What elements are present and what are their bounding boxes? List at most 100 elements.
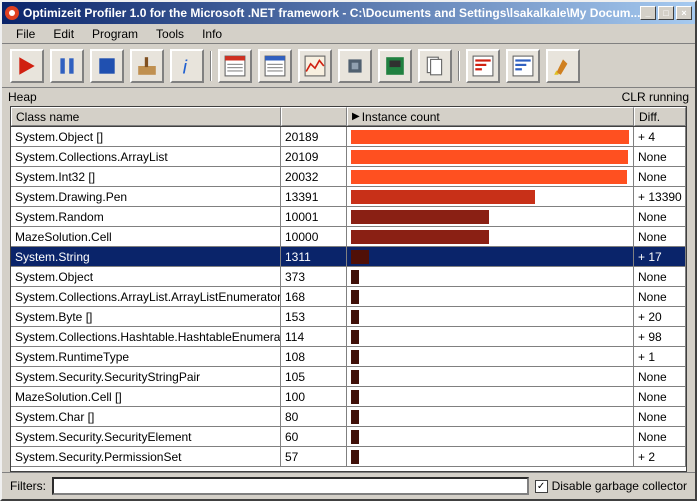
highlight-button[interactable] [546,49,580,83]
table-row[interactable]: System.Object373 None [11,267,686,287]
bars1-button[interactable] [466,49,500,83]
toolbar-separator [458,51,460,81]
view1-button[interactable] [218,49,252,83]
bar-fill [351,250,369,264]
bar-fill [351,270,359,284]
cell-class: MazeSolution.Cell [11,227,281,246]
bar-fill [351,170,627,184]
pause-button[interactable] [50,49,84,83]
cell-count: 20189 [281,127,347,146]
cell-class: System.Random [11,207,281,226]
cell-bar [347,387,634,406]
bar-fill [351,290,359,304]
gc-label: Disable garbage collector [552,479,687,493]
maximize-button[interactable]: □ [658,6,674,20]
cell-class: System.Byte [] [11,307,281,326]
table-row[interactable]: System.Int32 []20032None [11,167,686,187]
cell-bar [347,347,634,366]
cell-count: 105 [281,367,347,386]
play-button[interactable] [10,49,44,83]
footer: Filters: ✓ Disable garbage collector [2,472,695,499]
cell-bar [347,407,634,426]
table-row[interactable]: System.Collections.ArrayList20109None [11,147,686,167]
cell-diff: None [634,267,686,286]
filters-label: Filters: [10,479,46,493]
checkbox-icon: ✓ [535,480,548,493]
info-button[interactable]: i [170,49,204,83]
table-row[interactable]: MazeSolution.Cell10000None [11,227,686,247]
table-row[interactable]: System.Byte []153 + 20 [11,307,686,327]
cell-diff: None [634,147,686,166]
table-row[interactable]: MazeSolution.Cell []100None [11,387,686,407]
col-diff[interactable]: Diff. [634,107,686,126]
menu-edit[interactable]: Edit [45,25,82,43]
cell-class: System.Object [] [11,127,281,146]
bar-fill [351,310,359,324]
menu-file[interactable]: File [8,25,43,43]
menu-info[interactable]: Info [194,25,230,43]
gc-checkbox[interactable]: ✓ Disable garbage collector [535,479,687,493]
table-body: System.Object []20189+ 4 System.Collectio… [11,127,686,471]
bars2-button[interactable] [506,49,540,83]
cell-class: System.Drawing.Pen [11,187,281,206]
window-title: Optimizeit Profiler 1.0 for the Microsof… [23,6,640,20]
status-label: CLR running [622,90,689,104]
minimize-button[interactable]: _ [640,6,656,20]
bar-fill [351,210,489,224]
cell-bar [347,147,634,166]
cell-bar [347,287,634,306]
cell-count: 20109 [281,147,347,166]
table-row[interactable]: System.Object []20189+ 4 [11,127,686,147]
cell-class: System.Object [11,267,281,286]
table-row[interactable]: System.Char []80None [11,407,686,427]
cell-count: 153 [281,307,347,326]
cell-class: MazeSolution.Cell [] [11,387,281,406]
cell-diff: + 1 [634,347,686,366]
chip-button[interactable] [338,49,372,83]
menu-program[interactable]: Program [84,25,146,43]
col-instance-count[interactable]: ▶Instance count [347,107,634,126]
titlebar: Optimizeit Profiler 1.0 for the Microsof… [2,2,695,24]
bar-fill [351,190,535,204]
broom-button[interactable] [130,49,164,83]
col-instance-count-num[interactable] [281,107,347,126]
cell-diff: None [634,407,686,426]
cell-bar [347,227,634,246]
table-row[interactable]: System.Security.PermissionSet57+ 2 [11,447,686,467]
bar-fill [351,370,359,384]
cell-count: 13391 [281,187,347,206]
table-row[interactable]: System.Collections.ArrayList.ArrayListEn… [11,287,686,307]
cell-count: 57 [281,447,347,466]
cell-diff: None [634,367,686,386]
cell-count: 108 [281,347,347,366]
cell-bar [347,127,634,146]
cell-count: 10001 [281,207,347,226]
docs-button[interactable] [418,49,452,83]
table-row[interactable]: System.Security.SecurityStringPair105Non… [11,367,686,387]
stop-button[interactable] [90,49,124,83]
cell-class: System.RuntimeType [11,347,281,366]
cell-diff: None [634,207,686,226]
cell-diff: + 98 [634,327,686,346]
menu-tools[interactable]: Tools [148,25,192,43]
cell-count: 373 [281,267,347,286]
table-row[interactable]: System.Security.SecurityElement60None [11,427,686,447]
table-row[interactable]: System.Random10001 None [11,207,686,227]
cell-class: System.Collections.Hashtable.HashtableEn… [11,327,281,346]
table-row[interactable]: System.Collections.Hashtable.HashtableEn… [11,327,686,347]
board-button[interactable] [378,49,412,83]
svg-text:i: i [183,56,188,76]
cell-bar [347,307,634,326]
view2-button[interactable] [258,49,292,83]
table-row[interactable]: System.RuntimeType108 + 1 [11,347,686,367]
table-row[interactable]: System.Drawing.Pen13391+ 13390 [11,187,686,207]
chart-button[interactable] [298,49,332,83]
filters-input[interactable] [52,477,529,495]
table-row[interactable]: System.String1311+ 17 [11,247,686,267]
cell-class: System.String [11,247,281,266]
bar-fill [351,350,359,364]
cell-diff: + 20 [634,307,686,326]
close-button[interactable]: × [676,6,692,20]
col-class-name[interactable]: Class name [11,107,281,126]
cell-diff: + 2 [634,447,686,466]
